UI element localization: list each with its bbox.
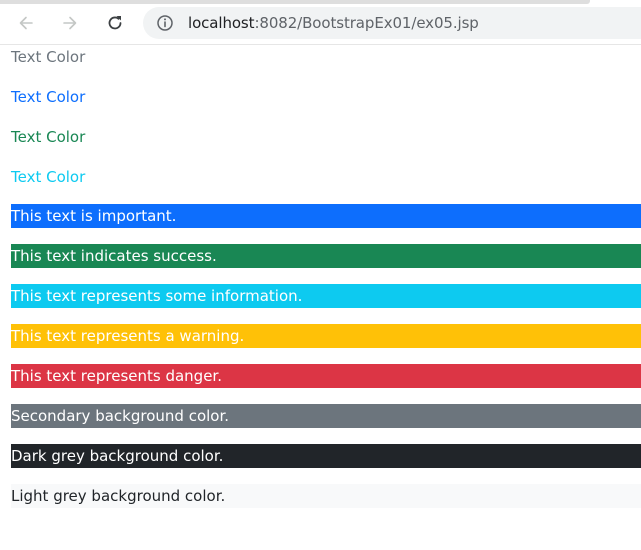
bg-secondary-row: Secondary background color. [11, 404, 641, 428]
bg-success-row: This text indicates success. [11, 244, 641, 268]
arrow-left-icon [19, 16, 33, 30]
bg-primary-row: This text is important. [11, 204, 641, 228]
back-button[interactable] [15, 12, 37, 34]
text-success: Text Color [11, 128, 86, 146]
forward-button[interactable] [59, 12, 81, 34]
tab-strip [0, 0, 590, 4]
url-path: :8082/BootstrapEx01/ex05.jsp [254, 14, 479, 32]
text-muted: Text Color [11, 48, 86, 66]
bg-warning-row: This text represents a warning. [11, 324, 641, 348]
reload-button[interactable] [104, 12, 126, 34]
address-bar[interactable]: localhost:8082/BootstrapEx01/ex05.jsp [143, 7, 641, 39]
url-text[interactable]: localhost:8082/BootstrapEx01/ex05.jsp [188, 14, 479, 32]
site-info-button[interactable] [156, 14, 174, 32]
text-primary: Text Color [11, 88, 86, 106]
text-info: Text Color [11, 168, 86, 186]
url-host: localhost [188, 14, 255, 32]
browser-toolbar: localhost:8082/BootstrapEx01/ex05.jsp [0, 0, 641, 45]
bg-info-row: This text represents some information. [11, 284, 641, 308]
bg-dark-row: Dark grey background color. [11, 444, 641, 468]
bg-danger-row: This text represents danger. [11, 364, 641, 388]
bg-light-row: Light grey background color. [11, 484, 641, 508]
reload-icon [108, 16, 122, 30]
info-circle-icon [157, 15, 173, 31]
arrow-right-icon [63, 16, 77, 30]
